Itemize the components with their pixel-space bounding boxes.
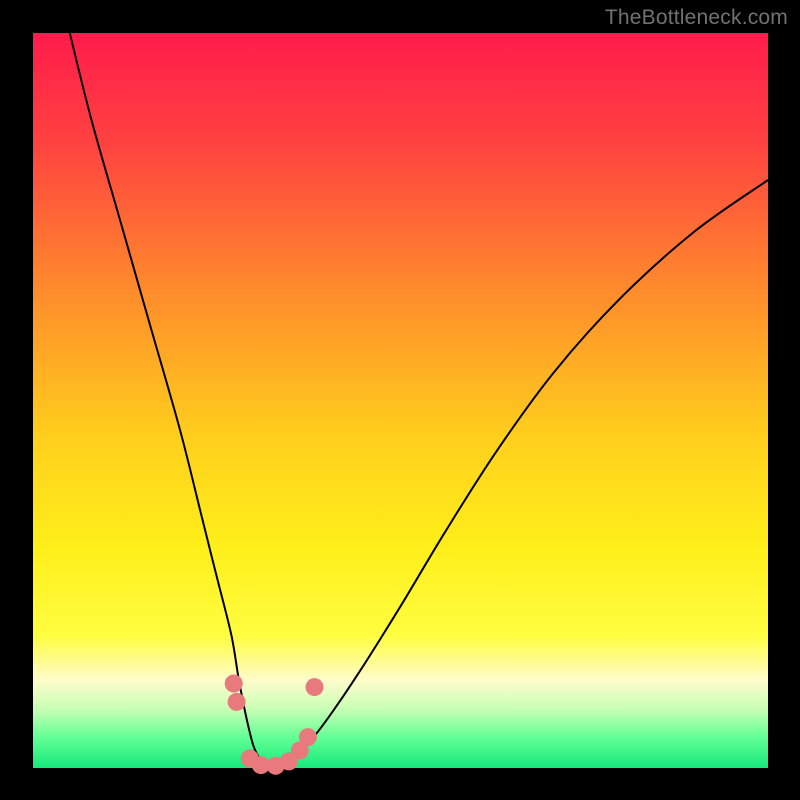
chart-svg (0, 0, 800, 800)
plot-background (33, 33, 768, 768)
chart-container: TheBottleneck.com (0, 0, 800, 800)
watermark-text: TheBottleneck.com (605, 6, 788, 30)
plot-area (33, 33, 768, 775)
marker-point (225, 675, 243, 693)
marker-point (299, 728, 317, 746)
marker-point (228, 693, 246, 711)
marker-point (306, 678, 324, 696)
